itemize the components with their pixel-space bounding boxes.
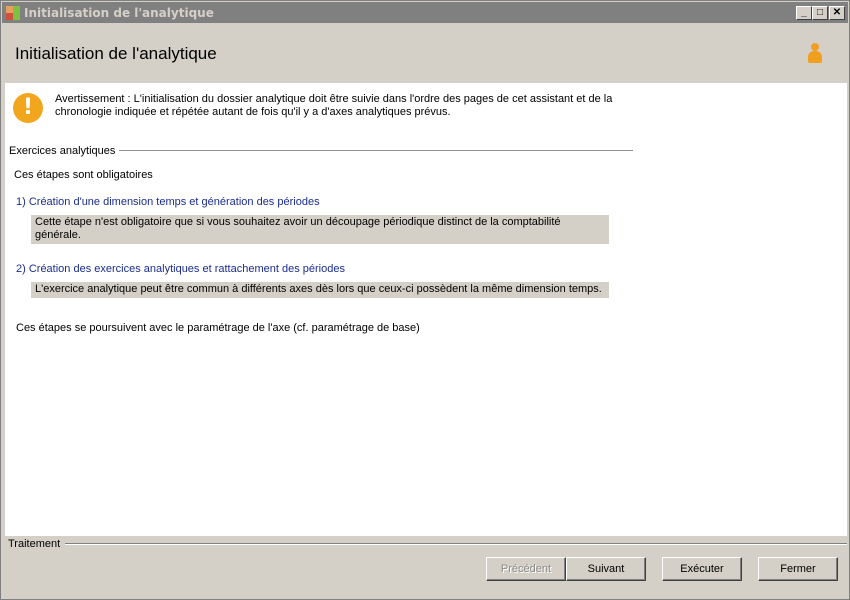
title-bar[interactable]: Initialisation de l'analytique _ □ ✕ bbox=[2, 2, 848, 23]
step-2-description: L'exercice analytique peut être commun à… bbox=[31, 282, 609, 298]
step-1-title: 1) Création d'une dimension temps et gén… bbox=[16, 196, 320, 208]
group-divider bbox=[113, 150, 633, 151]
wizard-header: Initialisation de l'analytique bbox=[5, 25, 847, 83]
user-icon bbox=[807, 43, 823, 67]
maximize-button[interactable]: □ bbox=[812, 6, 828, 20]
footer-divider bbox=[65, 543, 847, 545]
warning-icon: ! bbox=[13, 93, 43, 123]
previous-button[interactable]: Précédent bbox=[486, 557, 566, 581]
close-button[interactable]: Fermer bbox=[758, 557, 838, 581]
page-title: Initialisation de l'analytique bbox=[15, 44, 217, 63]
app-icon bbox=[6, 6, 20, 20]
group-label-exercices: Exercices analytiques bbox=[9, 145, 120, 157]
next-button[interactable]: Suivant bbox=[566, 557, 646, 581]
minimize-button[interactable]: _ bbox=[796, 6, 812, 20]
step-2-title: 2) Création des exercices analytiques et… bbox=[16, 263, 345, 275]
intro-text: Ces étapes sont obligatoires bbox=[14, 169, 153, 181]
warning-text: Avertissement : L'initialisation du doss… bbox=[55, 93, 613, 118]
outro-text: Ces étapes se poursuivent avec le paramé… bbox=[16, 322, 420, 334]
footer-label: Traitement bbox=[8, 538, 64, 550]
wizard-window: Initialisation de l'analytique _ □ ✕ Ini… bbox=[0, 0, 850, 600]
step-1-description: Cette étape n'est obligatoire que si vou… bbox=[31, 215, 609, 244]
window-title: Initialisation de l'analytique bbox=[24, 6, 214, 20]
execute-button[interactable]: Exécuter bbox=[662, 557, 742, 581]
close-window-button[interactable]: ✕ bbox=[829, 6, 845, 20]
wizard-footer: Traitement Précédent Suivant Exécuter Fe… bbox=[5, 536, 847, 596]
wizard-content: ! Avertissement : L'initialisation du do… bbox=[5, 83, 847, 536]
